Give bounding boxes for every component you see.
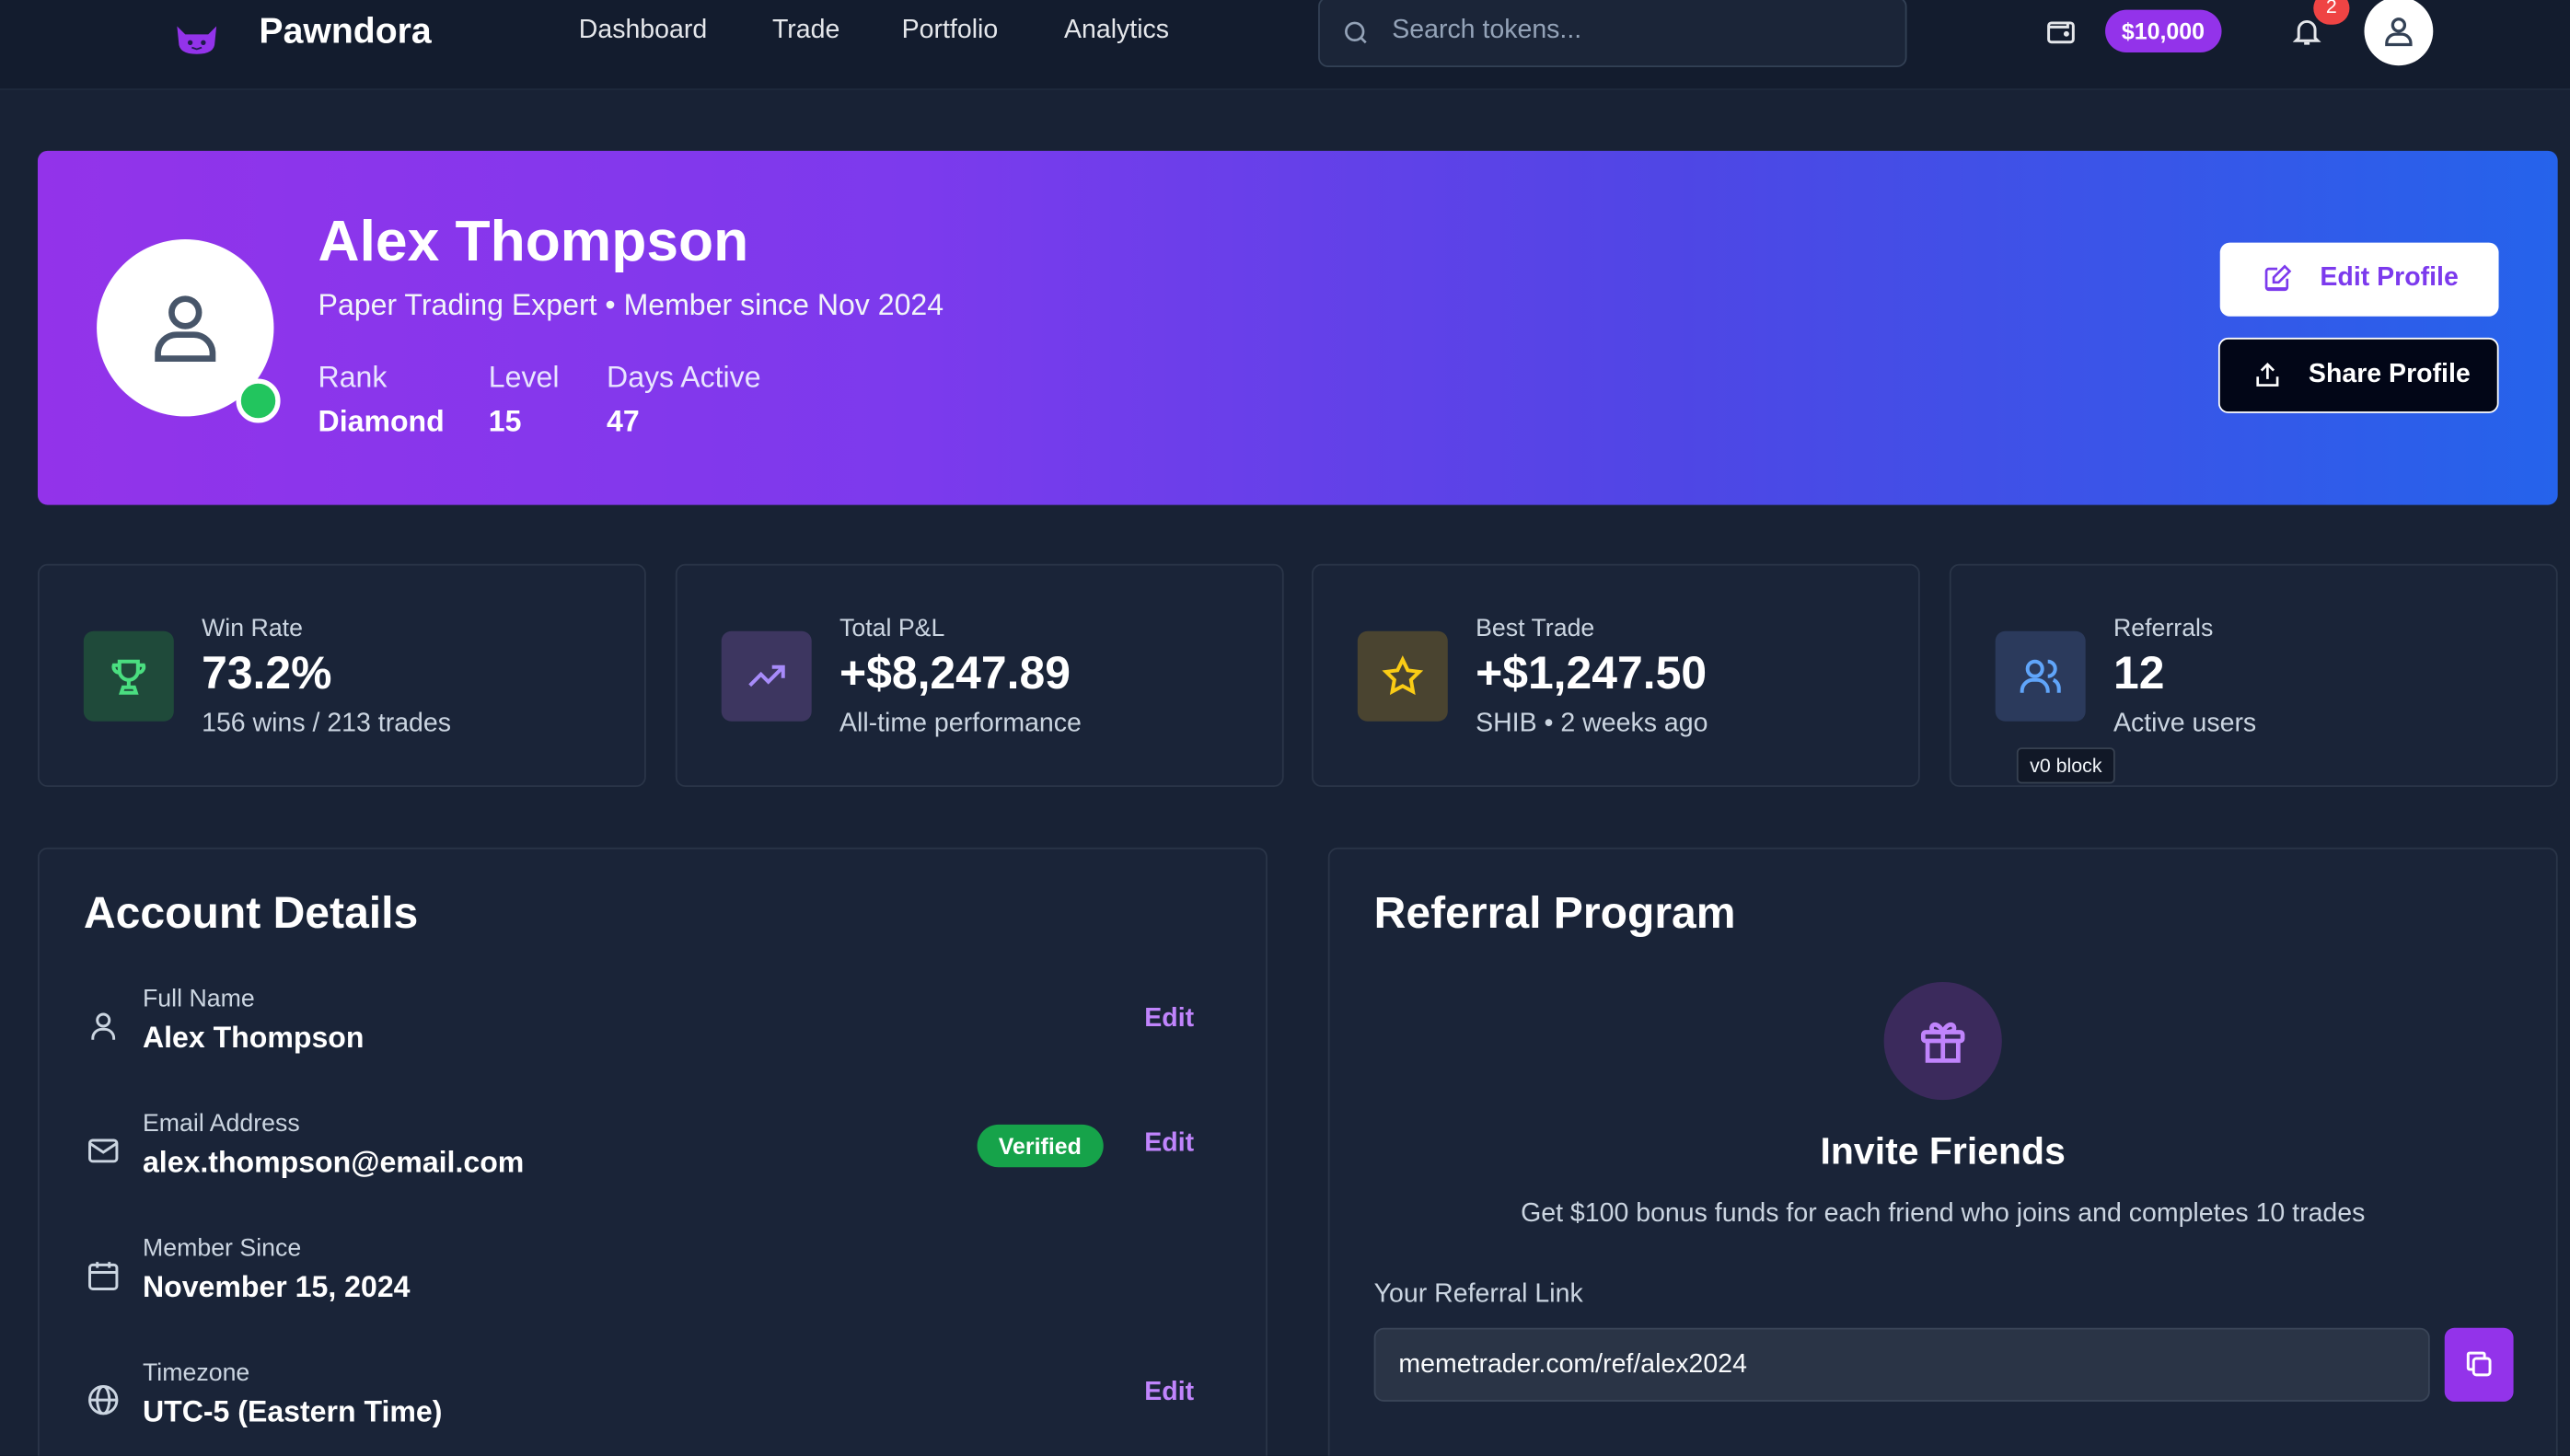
search-input[interactable] — [1392, 11, 1884, 52]
total-pnl-card: Total P&L +$8,247.89 All-time performanc… — [675, 563, 1284, 787]
days-active-label: Days Active — [607, 360, 761, 394]
referral-link-label: Your Referral Link — [1373, 1280, 1583, 1309]
calendar-icon — [88, 1262, 119, 1290]
field-label: Email Address — [142, 1109, 300, 1138]
card-label: Best Trade — [1476, 614, 1595, 643]
card-label: Win Rate — [202, 614, 303, 643]
level-value: 15 — [488, 404, 522, 438]
search-icon — [1345, 21, 1367, 44]
card-value: +$1,247.50 — [1476, 647, 1708, 699]
user-menu-avatar[interactable] — [2364, 0, 2434, 66]
referral-link-input[interactable] — [1373, 1327, 2430, 1402]
edit-icon — [2264, 264, 2292, 292]
card-value: 12 — [2113, 647, 2165, 699]
timezone-row: Timezone UTC-5 (Eastern Time) Edit — [40, 1359, 1266, 1456]
edit-profile-button[interactable]: Edit Profile — [2219, 242, 2499, 317]
days-active-value: 47 — [607, 404, 640, 438]
nav-link-analytics[interactable]: Analytics — [1064, 17, 1169, 46]
invite-description: Get $100 bonus funds for each friend who… — [1521, 1199, 2366, 1229]
trophy-icon — [83, 630, 174, 722]
trending-up-icon — [721, 630, 812, 722]
rank-value: Diamond — [318, 404, 445, 438]
gift-icon — [1883, 981, 2002, 1101]
nav-link-dashboard[interactable]: Dashboard — [579, 17, 707, 46]
edit-email-button[interactable]: Edit — [1144, 1129, 1194, 1159]
online-status-indicator — [236, 378, 281, 423]
field-value: alex.thompson@email.com — [142, 1146, 525, 1179]
panel-title: Referral Program — [1373, 888, 1736, 938]
notification-count-badge: 2 — [2313, 0, 2350, 25]
field-value: Alex Thompson — [142, 1021, 365, 1055]
field-label: Timezone — [142, 1358, 250, 1387]
card-label: Referrals — [2113, 614, 2214, 643]
logo-icon[interactable] — [174, 19, 220, 59]
card-value: 73.2% — [202, 647, 332, 699]
nav-link-trade[interactable]: Trade — [772, 17, 839, 46]
referral-program-panel: Referral Program Invite Friends Get $100… — [1327, 847, 2558, 1456]
card-label: Total P&L — [839, 614, 945, 643]
profile-name: Alex Thompson — [318, 209, 749, 274]
profile-page: Pawndora Dashboard Trade Portfolio Analy… — [0, 0, 2570, 1456]
nav-link-portfolio[interactable]: Portfolio — [902, 17, 999, 46]
member-since-row: Member Since November 15, 2024 — [40, 1234, 1266, 1333]
full-name-row: Full Name Alex Thompson Edit — [40, 986, 1266, 1084]
share-profile-button[interactable]: Share Profile — [2217, 337, 2499, 413]
best-trade-card: Best Trade +$1,247.50 SHIB • 2 weeks ago — [1311, 563, 1920, 787]
top-nav: Pawndora Dashboard Trade Portfolio Analy… — [0, 0, 2570, 90]
edit-profile-label: Edit Profile — [2320, 263, 2459, 293]
balance-badge: $10,000 — [2105, 9, 2221, 52]
share-icon — [2256, 362, 2279, 387]
profile-subtitle: Paper Trading Expert • Member since Nov … — [318, 288, 944, 322]
card-subtext: Active users — [2113, 710, 2257, 738]
card-subtext: SHIB • 2 weeks ago — [1476, 710, 1708, 738]
search-box — [1318, 0, 1907, 68]
v0-block-tooltip: v0 block — [2016, 747, 2115, 784]
level-label: Level — [488, 360, 560, 394]
email-row: Email Address alex.thompson@email.com Ve… — [40, 1110, 1266, 1208]
field-label: Member Since — [142, 1234, 302, 1263]
win-rate-card: Win Rate 73.2% 156 wins / 213 trades — [37, 563, 646, 787]
user-icon — [91, 1012, 116, 1040]
users-icon — [1995, 630, 2086, 722]
globe-icon — [88, 1384, 119, 1416]
mail-icon — [88, 1138, 119, 1163]
rank-label: Rank — [318, 360, 388, 394]
panel-title: Account Details — [83, 888, 419, 938]
wallet-icon[interactable] — [2044, 15, 2078, 48]
copy-link-button[interactable] — [2444, 1327, 2514, 1402]
account-details-panel: Account Details Full Name Alex Thompson … — [37, 847, 1268, 1456]
invite-title: Invite Friends — [1820, 1129, 2066, 1173]
card-value: +$8,247.89 — [839, 647, 1071, 699]
brand-name[interactable]: Pawndora — [259, 10, 431, 52]
share-profile-label: Share Profile — [2308, 360, 2471, 389]
user-icon — [2385, 17, 2413, 47]
profile-hero: Alex Thompson Paper Trading Expert • Mem… — [37, 150, 2558, 505]
field-value: November 15, 2024 — [142, 1270, 411, 1304]
card-subtext: 156 wins / 213 trades — [202, 710, 451, 738]
field-value: UTC-5 (Eastern Time) — [142, 1394, 443, 1428]
edit-timezone-button[interactable]: Edit — [1144, 1379, 1194, 1408]
edit-full-name-button[interactable]: Edit — [1144, 1005, 1194, 1034]
verified-badge: Verified — [977, 1124, 1104, 1168]
user-icon — [155, 295, 216, 362]
card-subtext: All-time performance — [839, 710, 1082, 738]
field-label: Full Name — [142, 985, 255, 1013]
star-icon — [1357, 630, 1448, 722]
copy-icon — [2466, 1351, 2492, 1377]
